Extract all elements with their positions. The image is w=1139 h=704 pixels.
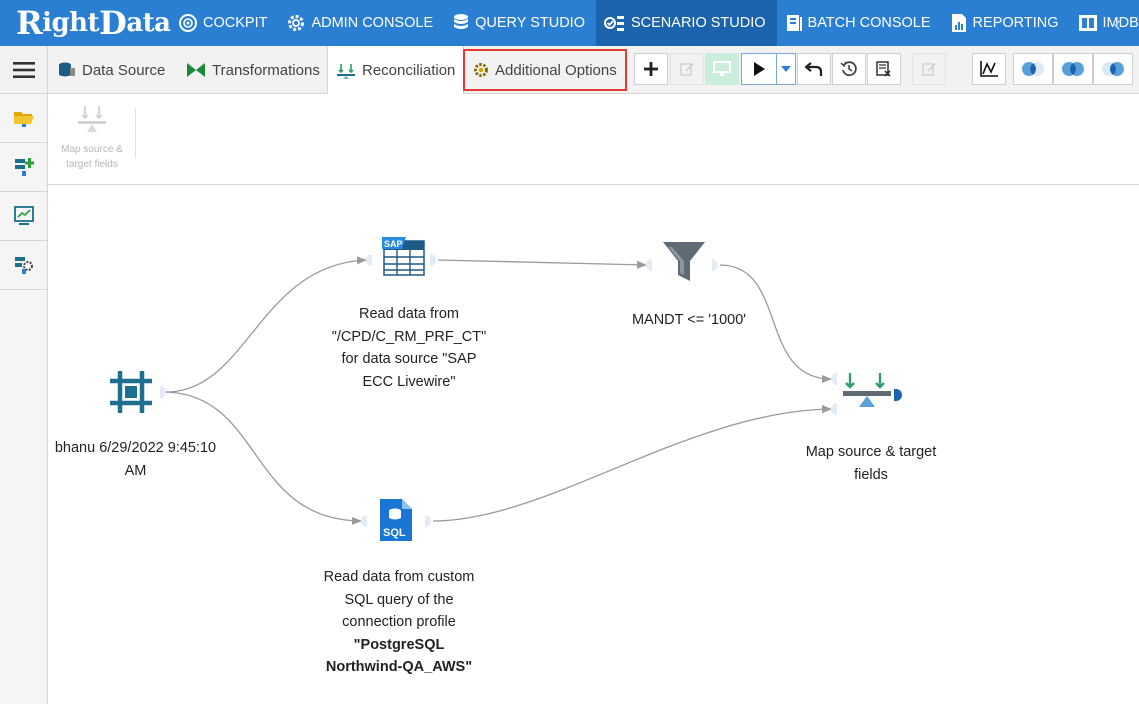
history-button[interactable]	[832, 53, 866, 85]
nav-item-cockpit[interactable]: COCKPIT	[170, 0, 278, 46]
run-dropdown-button[interactable]	[776, 53, 796, 85]
edge-sap-to-filter	[437, 259, 647, 269]
hamburger-menu-button[interactable]	[0, 46, 48, 94]
sql-node-label: Read data from custom SQL query of the c…	[323, 569, 475, 675]
chart-icon	[980, 61, 998, 77]
add-node-icon	[14, 158, 34, 176]
start-node-icon[interactable]	[108, 369, 154, 415]
start-node-label: bhanu 6/29/2022 9:45:10 AM	[54, 440, 217, 479]
undo-icon	[805, 62, 823, 76]
edge-sql-to-map	[432, 405, 832, 522]
sql-file-icon[interactable]: SQL	[378, 497, 414, 543]
top-nav: Right Data COCKPIT ADMIN CONSOLE QUERY ST…	[0, 0, 1139, 46]
map-node-in-port-2[interactable]	[831, 403, 837, 415]
nav-item-reporting[interactable]: REPORTING	[942, 0, 1070, 46]
run-button[interactable]	[741, 53, 777, 85]
svg-text:SQL: SQL	[383, 527, 406, 539]
folder-icon	[13, 112, 34, 127]
imdb-icon	[1078, 15, 1097, 31]
sidebar-add-node[interactable]	[0, 143, 47, 192]
nav-item-imdb[interactable]: IMDB	[1070, 0, 1139, 46]
plus-icon	[644, 62, 658, 76]
map-fields-icon	[78, 106, 106, 132]
join-inner-button[interactable]	[1053, 53, 1093, 85]
nav-collapse-icon[interactable]: ‹	[1114, 11, 1121, 37]
batch-icon	[786, 15, 802, 31]
undo-button[interactable]	[797, 53, 831, 85]
workflow-canvas[interactable]: bhanu 6/29/2022 9:45:10 AM SAP Read data…	[48, 185, 1139, 704]
ribbon-separator	[135, 108, 136, 158]
gear-icon	[474, 63, 488, 77]
map-fields-node-icon[interactable]	[842, 371, 892, 417]
sql-node-in-port[interactable]	[361, 515, 367, 527]
sap-node-in-port[interactable]	[366, 254, 372, 266]
play-icon	[754, 62, 765, 76]
nav-item-query-studio[interactable]: QUERY STUDIO	[444, 0, 596, 46]
venn-inner-icon	[1062, 62, 1084, 76]
map-node-label: Map source & target fields	[805, 444, 937, 483]
chart-screen-icon	[13, 206, 34, 225]
tab-transformations[interactable]: Transformations	[178, 46, 328, 94]
logo[interactable]: Right Data	[16, 4, 171, 42]
nav-items: COCKPIT ADMIN CONSOLE QUERY STUDIO SCENA…	[170, 0, 1139, 46]
sidebar-settings[interactable]	[0, 241, 47, 290]
gauge-icon	[179, 14, 197, 32]
data-source-icon	[59, 62, 75, 77]
ribbon: Map source & target fields	[48, 94, 1139, 185]
reconciliation-icon	[337, 63, 355, 79]
edit-note-icon	[922, 63, 936, 76]
join-left-button[interactable]	[1013, 53, 1053, 85]
chart-button[interactable]	[972, 53, 1006, 85]
tab-toolbar-row: Data Source Transformations Reconciliati…	[0, 46, 1139, 95]
tab-additional-options[interactable]: Additional Options	[463, 49, 627, 91]
add-button[interactable]	[634, 53, 668, 85]
history-icon	[840, 61, 857, 77]
edit-icon	[680, 63, 694, 76]
nav-item-batch-console[interactable]: BATCH CONSOLE	[777, 0, 942, 46]
left-sidebar	[0, 94, 48, 704]
sidebar-open-folder[interactable]	[0, 94, 47, 143]
filter-node-in-port[interactable]	[646, 259, 652, 271]
report-icon	[951, 14, 966, 32]
gear-icon	[288, 15, 305, 31]
scenario-icon	[603, 16, 624, 31]
sap-table-icon[interactable]: SAP	[380, 235, 428, 277]
map-fields-ribbon-button[interactable]: Map source & target fields	[52, 102, 132, 178]
preview-button[interactable]	[705, 53, 739, 85]
filter-funnel-icon[interactable]	[660, 239, 708, 285]
tab-reconciliation[interactable]: Reconciliation	[327, 46, 465, 95]
transformations-icon	[187, 63, 205, 77]
tab-data-source[interactable]: Data Source	[50, 46, 173, 94]
hamburger-icon	[12, 62, 35, 78]
map-node-in-port-1[interactable]	[831, 373, 837, 385]
nav-item-scenario-studio[interactable]: SCENARIO STUDIO	[595, 0, 777, 46]
database-icon	[454, 14, 469, 29]
monitor-icon	[713, 61, 731, 76]
venn-right-icon	[1102, 62, 1124, 76]
export-icon	[876, 61, 891, 77]
notes-button[interactable]	[912, 53, 946, 85]
nav-item-admin-console[interactable]: ADMIN CONSOLE	[278, 0, 444, 46]
sidebar-chart-view[interactable]	[0, 192, 47, 241]
venn-left-icon	[1022, 62, 1044, 76]
export-button[interactable]	[867, 53, 901, 85]
edit-button[interactable]	[670, 53, 704, 85]
settings-node-icon	[14, 257, 33, 274]
filter-node-label: MANDT <= '1000'	[631, 312, 747, 328]
caret-down-icon	[781, 66, 791, 72]
sap-node-label: Read data from "/CPD/C_RM_PRF_CT" for da…	[331, 306, 487, 390]
app-root: Right Data COCKPIT ADMIN CONSOLE QUERY ST…	[0, 0, 1139, 704]
svg-text:SAP: SAP	[384, 239, 403, 249]
join-right-button[interactable]	[1093, 53, 1133, 85]
